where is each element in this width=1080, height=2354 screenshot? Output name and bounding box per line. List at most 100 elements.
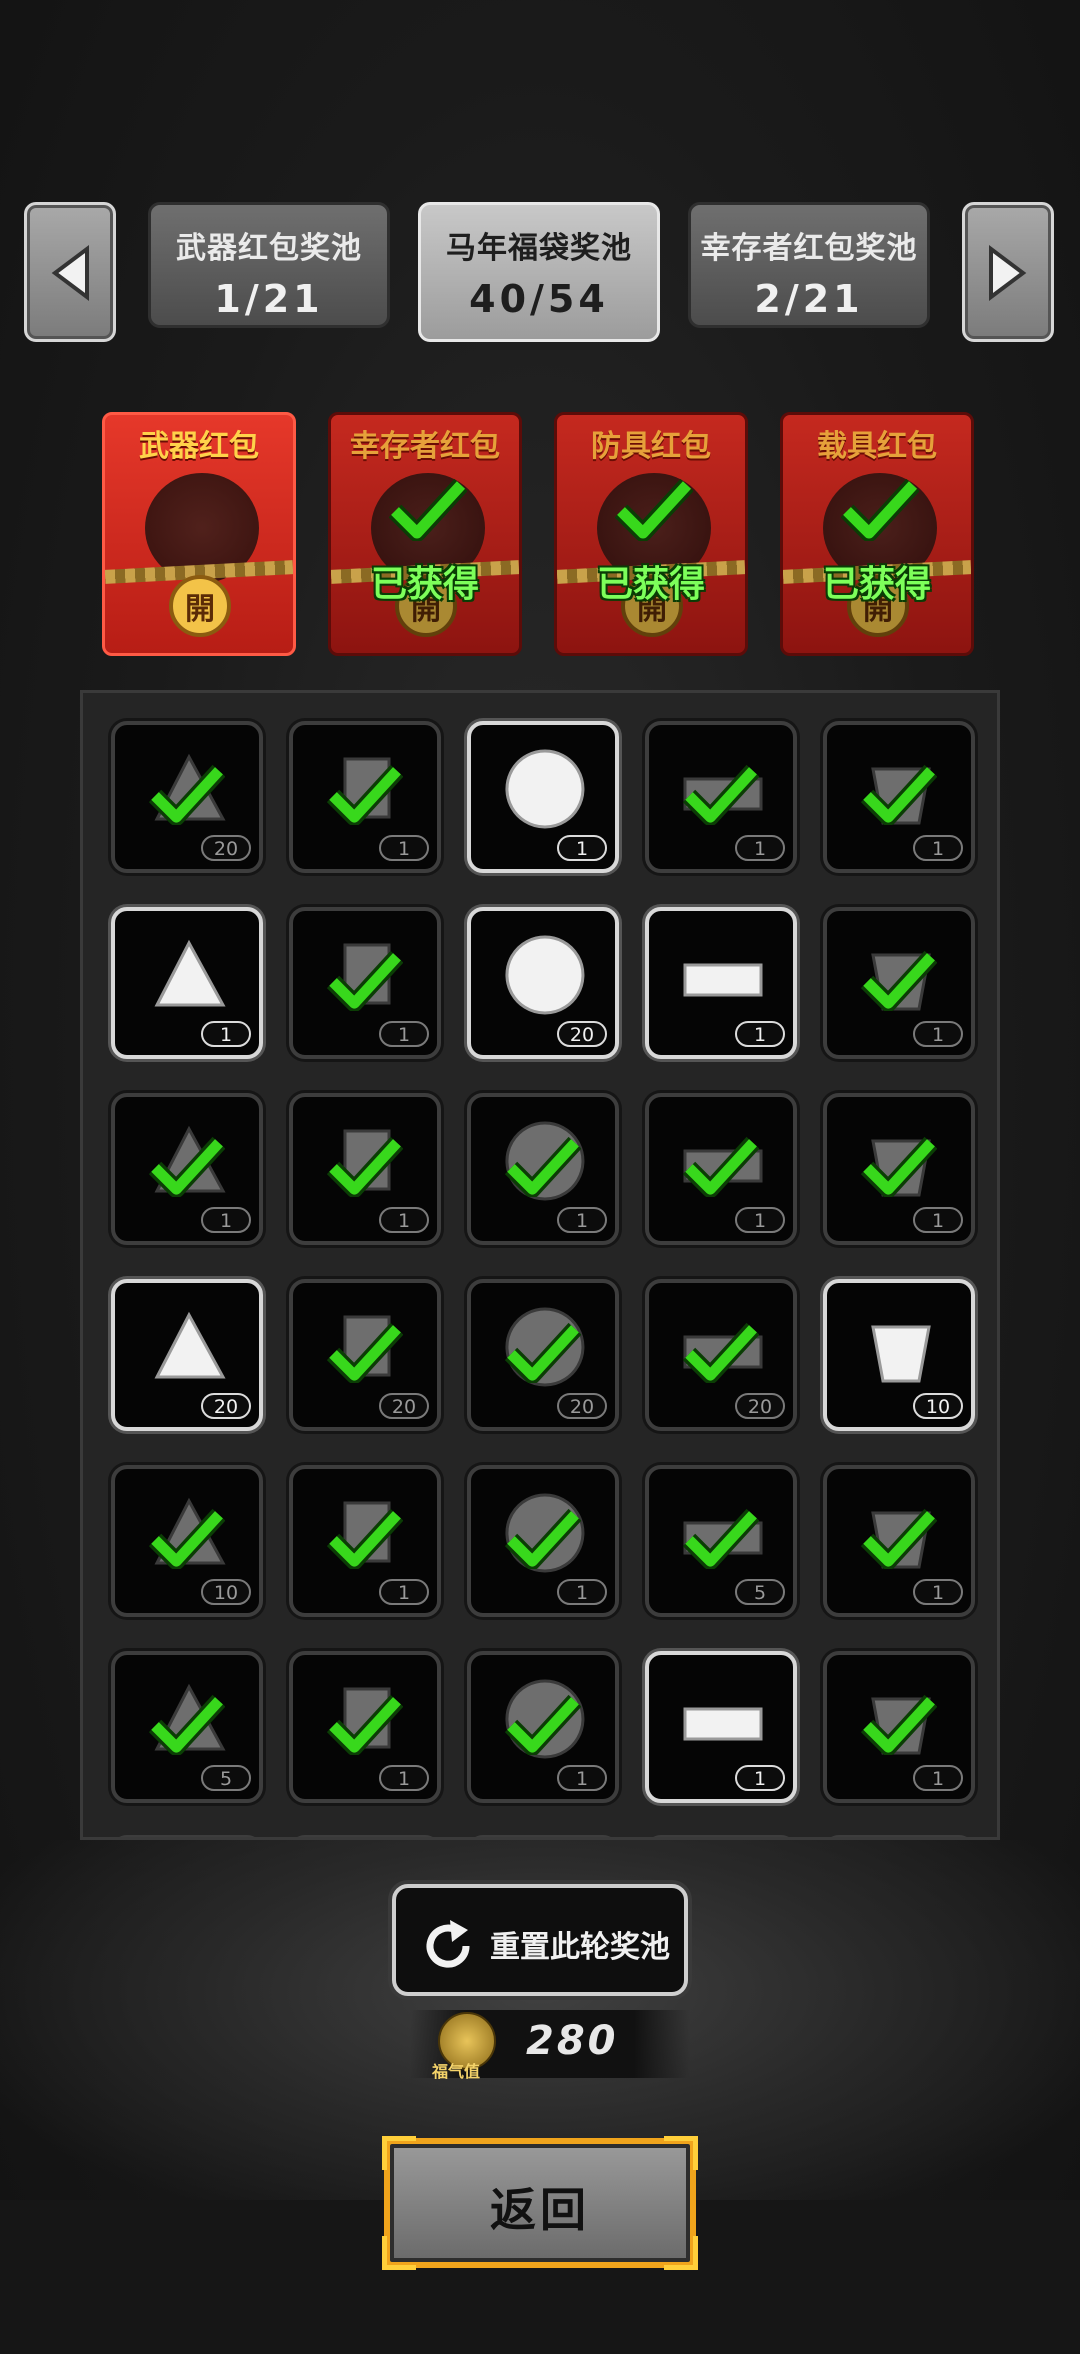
item-quantity: 1 <box>913 1579 963 1605</box>
item-slot[interactable]: 1 <box>823 1465 975 1617</box>
item-quantity: 1 <box>735 1207 785 1233</box>
prev-pool-button[interactable] <box>24 202 116 342</box>
luck-label: 福气值 <box>432 2062 481 2081</box>
pool-tab-name: 幸存者红包奖池 <box>700 231 918 266</box>
item-quantity: 1 <box>379 1021 429 1047</box>
item-quantity: 1 <box>557 1207 607 1233</box>
item-slot[interactable]: 1 <box>467 1651 619 1803</box>
checkmark-icon <box>149 1694 225 1755</box>
envelope-weapon[interactable]: 開 武器红包 <box>102 412 296 656</box>
item-slot[interactable]: 20 <box>289 1279 441 1431</box>
item-slot[interactable]: 1 <box>467 1093 619 1245</box>
checkmark-icon <box>861 1508 937 1569</box>
battery-icon <box>154 1311 226 1379</box>
item-slot[interactable]: 1 <box>645 907 797 1059</box>
item-slot[interactable]: 1 <box>823 1093 975 1245</box>
item-quantity: 1 <box>735 835 785 861</box>
item-slot[interactable]: 10 <box>823 1279 975 1431</box>
item-slot[interactable]: 10 <box>111 1465 263 1617</box>
checkmark-icon <box>841 478 919 541</box>
corner-ornament <box>382 2136 416 2170</box>
item-slot[interactable]: 1 <box>111 1093 263 1245</box>
corner-ornament <box>664 2136 698 2170</box>
checkmark-icon <box>505 1694 581 1755</box>
item-quantity: 1 <box>201 1207 251 1233</box>
item-slot[interactable]: 1 <box>645 1093 797 1245</box>
item-slot[interactable]: 1 <box>111 907 263 1059</box>
checkmark-icon <box>505 1322 581 1383</box>
item-slot[interactable]: 1 <box>823 907 975 1059</box>
item-slot[interactable]: 1 <box>289 907 441 1059</box>
item-slot[interactable]: 20 <box>645 1279 797 1431</box>
reset-pool-button[interactable]: 重置此轮奖池 <box>392 1884 688 1996</box>
item-slot[interactable]: 20 <box>467 907 619 1059</box>
item-slot[interactable]: 1 <box>289 1093 441 1245</box>
item-quantity: 10 <box>201 1579 251 1605</box>
item-quantity: 20 <box>557 1021 607 1047</box>
checkmark-icon <box>327 1694 403 1755</box>
reward-item-grid[interactable]: 20 1 1 1 1 1 1 20 1 1 1 1 1 1 1 20 20 20 20 10 10 1 1 5 1 5 1 1 1 1 <box>80 690 1000 1840</box>
checkmark-icon <box>861 764 937 825</box>
checkmark-icon <box>683 764 759 825</box>
checkmark-icon <box>149 1508 225 1569</box>
checkmark-icon <box>327 1322 403 1383</box>
item-slot[interactable]: 5 <box>645 1465 797 1617</box>
item-slot[interactable]: 1 <box>289 1651 441 1803</box>
item-slot[interactable]: 1 <box>289 1465 441 1617</box>
pool-tab-survivor[interactable]: 幸存者红包奖池 2/21 <box>688 202 930 328</box>
item-slot[interactable]: 1 <box>467 721 619 873</box>
item-quantity: 20 <box>379 1393 429 1419</box>
item-slot[interactable]: 1 <box>645 1651 797 1803</box>
checkmark-icon <box>327 764 403 825</box>
cash-stack-icon <box>505 935 585 1015</box>
item-quantity: 20 <box>201 1393 251 1419</box>
envelope-status: 已获得 <box>596 564 705 605</box>
item-slot[interactable]: 1 <box>467 1465 619 1617</box>
back-button[interactable]: 返回 <box>382 2136 698 2270</box>
item-slot[interactable]: 20 <box>111 1279 263 1431</box>
checkmark-icon <box>505 1136 581 1197</box>
checkmark-icon <box>389 478 467 541</box>
item-quantity: 1 <box>557 1579 607 1605</box>
item-quantity: 1 <box>913 1207 963 1233</box>
chevron-left-icon <box>51 245 89 301</box>
envelope-armor[interactable]: 開 防具红包 已获得 <box>554 412 748 656</box>
item-slot-partial <box>467 1835 619 1837</box>
gold-bars-icon <box>683 963 763 997</box>
item-quantity: 20 <box>557 1393 607 1419</box>
envelope-title: 幸存者红包 <box>350 429 500 464</box>
item-slot[interactable]: 5 <box>111 1651 263 1803</box>
item-slot[interactable]: 1 <box>823 721 975 873</box>
envelope-status: 已获得 <box>822 564 931 605</box>
item-quantity: 1 <box>557 835 607 861</box>
envelope-status: 已获得 <box>370 564 479 605</box>
item-slot-partial <box>645 1835 797 1837</box>
item-slot[interactable]: 1 <box>823 1651 975 1803</box>
item-slot[interactable]: 20 <box>111 721 263 873</box>
envelope-vehicle[interactable]: 開 载具红包 已获得 <box>780 412 974 656</box>
envelope-seal: 開 <box>169 575 231 637</box>
pool-tab-name: 武器红包奖池 <box>176 231 362 266</box>
next-pool-button[interactable] <box>962 202 1054 342</box>
item-quantity: 1 <box>735 1765 785 1791</box>
item-slot-partial <box>289 1835 441 1837</box>
item-quantity: 1 <box>735 1021 785 1047</box>
checkmark-icon <box>327 950 403 1011</box>
item-slot-partial <box>823 1835 975 1837</box>
item-slot[interactable]: 1 <box>645 721 797 873</box>
pool-tab-horse-year[interactable]: 马年福袋奖池 40/54 <box>418 202 660 342</box>
item-slot[interactable]: 1 <box>289 721 441 873</box>
back-label: 返回 <box>490 2183 590 2237</box>
item-slot[interactable]: 20 <box>467 1279 619 1431</box>
bread-icon <box>683 1707 763 1741</box>
checkmark-icon <box>327 1508 403 1569</box>
envelope-survivor[interactable]: 開 幸存者红包 已获得 <box>328 412 522 656</box>
pool-tab-count: 1/21 <box>214 277 324 321</box>
refresh-icon <box>426 1920 470 1968</box>
pen-icon <box>871 1325 931 1383</box>
gold-nuggets-icon <box>505 749 585 829</box>
pool-tab-weapon[interactable]: 武器红包奖池 1/21 <box>148 202 390 328</box>
checkmark-icon <box>861 950 937 1011</box>
item-quantity: 1 <box>557 1765 607 1791</box>
reset-pool-label: 重置此轮奖池 <box>490 1930 670 1965</box>
